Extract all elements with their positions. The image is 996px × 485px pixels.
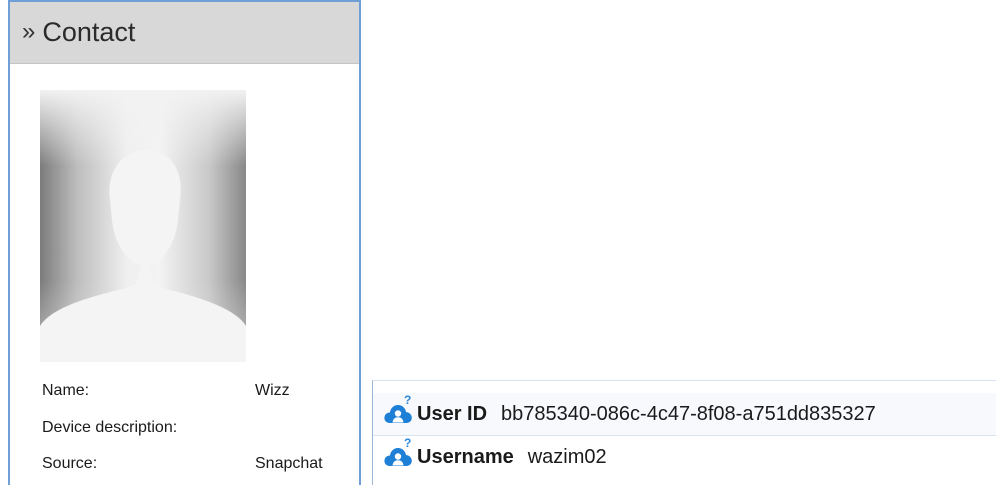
- username-label: Username: [417, 445, 514, 468]
- source-value: Snapchat: [255, 455, 323, 472]
- question-mark-icon: ?: [404, 436, 412, 450]
- cloud-user-icon: ?: [383, 393, 413, 427]
- user-id-row[interactable]: ? User ID bb785340-086c-4c47-8f08-a751dd…: [373, 393, 996, 436]
- device-description-label: Device description:: [42, 419, 178, 436]
- username-row[interactable]: ? Username wazim02: [373, 436, 996, 478]
- name-label: Name:: [42, 382, 90, 399]
- contact-header[interactable]: » Contact: [10, 2, 359, 64]
- avatar: [40, 90, 246, 362]
- name-value: Wizz: [255, 382, 290, 399]
- person-silhouette-icon: [40, 150, 246, 362]
- user-id-value: bb785340-086c-4c47-8f08-a751dd835327: [501, 402, 876, 425]
- contact-panel: » Contact Name: Wizz Device description:…: [8, 0, 361, 485]
- details-strip: ? User ID bb785340-086c-4c47-8f08-a751dd…: [372, 380, 996, 485]
- double-chevron-right-icon[interactable]: »: [22, 19, 35, 44]
- question-mark-icon: ?: [404, 393, 412, 407]
- user-id-label: User ID: [417, 402, 488, 425]
- cloud-user-icon: ?: [383, 436, 413, 470]
- contact-title: Contact: [42, 17, 136, 47]
- source-label: Source:: [42, 455, 98, 472]
- username-value: wazim02: [527, 445, 607, 468]
